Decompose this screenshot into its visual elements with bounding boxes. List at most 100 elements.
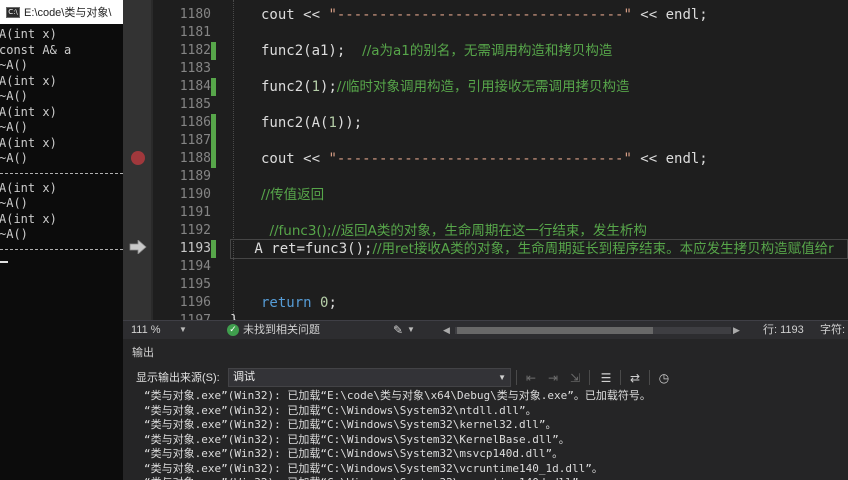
- check-circle-icon: ✓: [227, 324, 239, 336]
- clock-icon[interactable]: ◷: [655, 369, 673, 387]
- code-text: func2(a1); //a为a1的别名，无需调用构造和拷贝构造: [261, 43, 613, 59]
- code-line[interactable]: 1194: [123, 258, 848, 276]
- code-line[interactable]: 1190 //传值返回: [123, 186, 848, 204]
- console-separator: [0, 172, 123, 175]
- console-app-icon: C:\: [6, 6, 20, 18]
- console-separator: [0, 248, 123, 251]
- code-line[interactable]: 1184 func2(1);//临时对象调用构造，引用接收无需调用拷贝构造: [123, 78, 848, 96]
- scroll-right-icon[interactable]: ▶: [733, 321, 740, 339]
- chevron-down-icon[interactable]: ▼: [407, 321, 415, 339]
- go-to-location-icon[interactable]: ⇲: [566, 369, 584, 387]
- output-pane: 输出 显示输出来源(S): 调试 ▼ ⇤ ⇥ ⇲ ☰ ⇄ ◷ “类与对象.exe…: [123, 339, 848, 480]
- code-text: cout << "-------------------------------…: [261, 151, 708, 167]
- line-number: 1181: [179, 25, 211, 40]
- toolbar-separator: [620, 370, 621, 385]
- output-line: “类与对象.exe”(Win32): 已加载“E:\code\类与对象\x64\…: [144, 389, 651, 402]
- console-line: ~A(): [0, 58, 28, 72]
- char-indicator[interactable]: 字符:: [820, 321, 845, 339]
- code-line[interactable]: 1193 A ret=func3();//用ret接收A类的对象，生命周期延长到…: [123, 240, 848, 258]
- code-line[interactable]: 1182 func2(a1); //a为a1的别名，无需调用构造和拷贝构造: [123, 42, 848, 60]
- breakpoint-icon[interactable]: [131, 151, 145, 165]
- toolbar-separator: [516, 370, 517, 385]
- issues-status[interactable]: 未找到相关问题: [243, 321, 320, 339]
- output-line: “类与对象.exe”(Win32): 已加载“C:\Windows\System…: [144, 461, 603, 475]
- change-marker: [211, 42, 216, 60]
- find-next-icon[interactable]: ⇥: [544, 369, 562, 387]
- code-text: A ret=func3();//用ret接收A类的对象，生命周期延长到程序结束。…: [246, 241, 834, 257]
- chevron-down-icon: ▼: [498, 373, 506, 382]
- output-line: “类与对象.exe”(Win32): 已加载“C:\Windows\System…: [144, 432, 570, 446]
- line-number: 1184: [179, 79, 211, 94]
- console-line: ~A(): [0, 227, 28, 241]
- code-line[interactable]: 1181: [123, 24, 848, 42]
- code-cleanup-icon[interactable]: ✎: [393, 321, 403, 339]
- editor-status-bar: 111 % ▼ ✓ 未找到相关问题 ✎ ▼ ◀ ▶ 行: 1193 字符:: [123, 320, 848, 339]
- output-line: “类与对象.exe”(Win32): 已加载“C:\Windows\System…: [123, 476, 848, 480]
- line-number: 1186: [179, 115, 211, 130]
- code-line[interactable]: 1183: [123, 60, 848, 78]
- code-line[interactable]: 1180 cout << "---------------------------…: [123, 6, 848, 24]
- code-line[interactable]: 1197}: [123, 312, 848, 320]
- code-line[interactable]: 1196 return 0;: [123, 294, 848, 312]
- output-line: “类与对象.exe”(Win32): 已加载“C:\Windows\System…: [144, 403, 537, 417]
- console-line: ~A(): [0, 120, 28, 134]
- toolbar-separator: [589, 370, 590, 385]
- execution-arrow-icon[interactable]: [129, 240, 147, 254]
- change-marker: [211, 78, 216, 96]
- code-editor[interactable]: 1180 cout << "---------------------------…: [123, 0, 848, 320]
- code-line[interactable]: 1189: [123, 168, 848, 186]
- line-number: 1185: [179, 97, 211, 112]
- console-output: A(int x) const A& a ~A() A(int x) ~A() A(int …: [0, 24, 123, 263]
- change-marker: [211, 240, 216, 258]
- console-title: E:\code\类与对象\: [24, 7, 112, 19]
- line-number: 1180: [179, 7, 211, 22]
- zoom-level[interactable]: 111 %: [131, 321, 161, 339]
- scroll-left-icon[interactable]: ◀: [443, 321, 450, 339]
- code-line[interactable]: 1191: [123, 204, 848, 222]
- scrollbar-thumb[interactable]: [457, 327, 653, 334]
- console-line: A(int x): [0, 73, 57, 88]
- output-source-value: 调试: [233, 371, 255, 383]
- console-title-bar[interactable]: C:\ E:\code\类与对象\: [0, 0, 123, 24]
- line-number: 1196: [179, 295, 211, 310]
- console-cursor: [0, 260, 8, 263]
- line-number: 1188: [179, 151, 211, 166]
- line-number: 1187: [179, 133, 211, 148]
- console-line: ~A(): [0, 89, 28, 103]
- line-indicator[interactable]: 行: 1193: [763, 321, 804, 339]
- code-text: return 0;: [261, 295, 337, 311]
- line-number: 1183: [179, 61, 211, 76]
- code-line[interactable]: 1192 //func3();//返回A类的对象，生命周期在这一行结束，发生析构: [123, 222, 848, 240]
- code-line[interactable]: 1187: [123, 132, 848, 150]
- line-number: 1192: [179, 223, 211, 238]
- output-lines: “类与对象.exe”(Win32): 已加载“E:\code\类与对象\x64\…: [123, 389, 848, 480]
- line-number: 1191: [179, 205, 211, 220]
- line-number: 1193: [179, 241, 211, 256]
- output-source-select[interactable]: 调试 ▼: [228, 368, 511, 387]
- line-number: 1195: [179, 277, 211, 292]
- code-line[interactable]: 1188 cout << "---------------------------…: [123, 150, 848, 168]
- console-line: A(int x): [0, 211, 57, 226]
- line-number: 1197: [153, 312, 211, 320]
- code-text: func2(A(1));: [261, 115, 363, 131]
- code-line[interactable]: 1186 func2(A(1));: [123, 114, 848, 168]
- clear-all-icon[interactable]: ☰: [597, 369, 615, 387]
- code-text: cout << "-------------------------------…: [261, 7, 708, 23]
- output-line: “类与对象.exe”(Win32): 已加载“C:\Windows\System…: [144, 447, 564, 460]
- word-wrap-icon[interactable]: ⇄: [626, 369, 644, 387]
- code-line[interactable]: 1195: [123, 276, 848, 294]
- find-previous-icon[interactable]: ⇤: [522, 369, 540, 387]
- console-line: ~A(): [0, 196, 28, 210]
- toolbar-separator: [649, 370, 650, 385]
- code-line[interactable]: 1185: [123, 96, 848, 114]
- code-text: }: [230, 312, 238, 320]
- console-line: A(int x): [0, 104, 57, 119]
- line-number: 1190: [179, 187, 211, 202]
- output-source-label: 显示输出来源(S):: [136, 372, 220, 384]
- console-line: A(int x): [0, 27, 57, 41]
- console-window: C:\ E:\code\类与对象\ A(int x) const A& a ~A()…: [0, 0, 123, 480]
- console-line: A(int x): [0, 180, 57, 195]
- line-number: 1189: [179, 169, 211, 184]
- chevron-down-icon[interactable]: ▼: [179, 321, 187, 339]
- code-text: //传值返回: [261, 187, 325, 203]
